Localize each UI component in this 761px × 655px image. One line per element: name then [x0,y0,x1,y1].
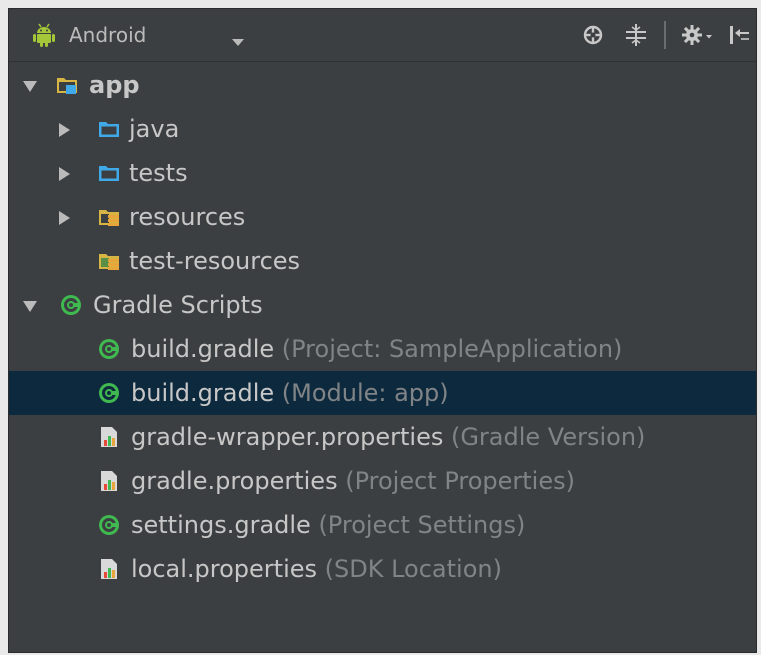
scroll-from-source-icon[interactable] [581,23,605,47]
file-hint: (Project Properties) [337,467,575,495]
test-resource-folder-icon [97,249,121,273]
tree-node-tests[interactable]: tests [9,151,756,195]
file-name: settings.gradle [131,511,311,539]
file-name: build.gradle [131,379,275,407]
project-toolbar: Android [9,9,756,62]
gradle-file-icon [97,513,121,537]
properties-file-icon [97,469,121,493]
module-folder-icon [55,73,79,97]
collapsed-arrow-icon[interactable] [59,122,71,141]
file-hint: (Project: SampleApplication) [274,335,623,363]
project-view-dropdown[interactable]: Android [9,9,266,61]
android-icon [33,23,55,51]
file-hint: (SDK Location) [317,555,502,583]
tree-node-label: resources [129,203,246,231]
gradle-icon [59,293,83,317]
hide-panel-icon[interactable] [727,23,751,47]
expanded-arrow-icon[interactable] [23,78,37,97]
tree-node-gradle-wrapper-properties[interactable]: gradle-wrapper.properties (Gradle Versio… [9,415,756,459]
gradle-file-icon [97,337,121,361]
resource-folder-icon [97,205,121,229]
expanded-arrow-icon[interactable] [23,298,37,317]
file-name: gradle.properties [131,467,338,495]
source-folder-icon [97,117,121,141]
tree-node-java[interactable]: java [9,107,756,151]
toolbar-separator [664,21,666,49]
tree-node-label: settings.gradle (Project Settings) [131,511,525,539]
tree-node-local-properties[interactable]: local.properties (SDK Location) [9,547,756,591]
file-hint: (Gradle Version) [443,423,646,451]
file-name: build.gradle [131,335,275,363]
collapsed-arrow-icon[interactable] [59,166,71,185]
tree-node-label: Gradle Scripts [93,291,263,319]
tree-node-label: app [89,71,140,99]
tree-node-label: tests [129,159,188,187]
dropdown-caret-icon [232,32,244,51]
tree-node-build-gradle-project[interactable]: build.gradle (Project: SampleApplication… [9,327,756,371]
tree-node-app[interactable]: app [9,63,756,107]
tree-node-label: local.properties (SDK Location) [131,555,502,583]
project-tool-window: Android app java tests resources test-re… [8,8,757,653]
tree-node-gradle-scripts[interactable]: Gradle Scripts [9,283,756,327]
collapsed-arrow-icon[interactable] [59,210,71,229]
file-hint: (Project Settings) [310,511,526,539]
project-view-label: Android [69,23,147,47]
file-hint: (Module: app) [274,379,449,407]
tree-node-label: build.gradle (Module: app) [131,379,449,407]
file-name: local.properties [131,555,318,583]
file-name: gradle-wrapper.properties [131,423,444,451]
project-tree: app java tests resources test-resources … [9,63,756,652]
tree-node-label: gradle.properties (Project Properties) [131,467,575,495]
tree-node-label: gradle-wrapper.properties (Gradle Versio… [131,423,645,451]
tree-node-resources[interactable]: resources [9,195,756,239]
properties-file-icon [97,425,121,449]
collapse-all-icon[interactable] [624,23,648,47]
tree-node-build-gradle-module[interactable]: build.gradle (Module: app) [9,371,756,415]
properties-file-icon [97,557,121,581]
tree-node-gradle-properties[interactable]: gradle.properties (Project Properties) [9,459,756,503]
settings-icon[interactable] [681,23,715,47]
gradle-file-icon [97,381,121,405]
tree-node-label: test-resources [129,247,301,275]
tree-node-settings-gradle[interactable]: settings.gradle (Project Settings) [9,503,756,547]
tree-node-label: build.gradle (Project: SampleApplication… [131,335,622,363]
tree-node-label: java [129,115,180,143]
tree-node-test-resources[interactable]: test-resources [9,239,756,283]
test-folder-icon [97,161,121,185]
